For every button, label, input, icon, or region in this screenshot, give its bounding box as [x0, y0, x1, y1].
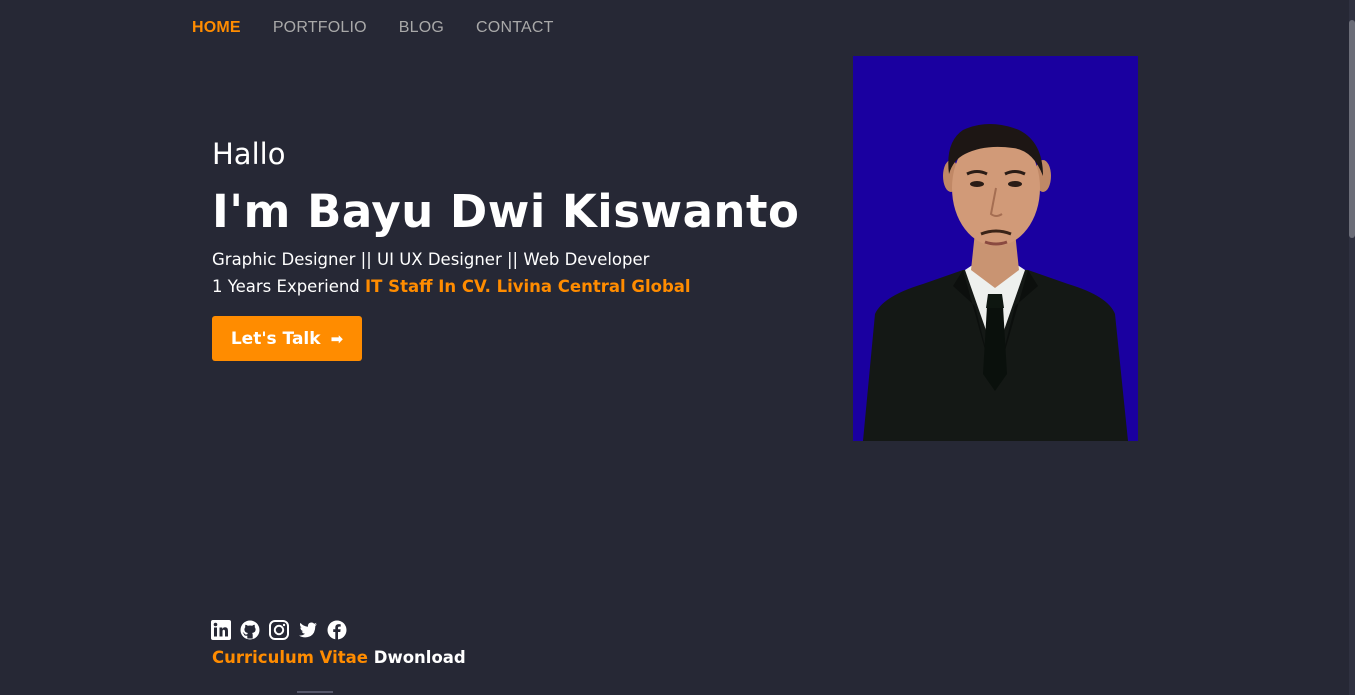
- divider: [297, 691, 333, 693]
- nav-portfolio[interactable]: PORTFOLIO: [273, 17, 367, 39]
- scrollbar-thumb[interactable]: [1349, 20, 1355, 238]
- nav-blog[interactable]: BLOG: [399, 17, 444, 39]
- arrow-right-icon: ➡: [330, 329, 344, 348]
- cta-label: Let's Talk: [230, 328, 321, 349]
- twitter-icon[interactable]: [298, 620, 318, 640]
- github-icon[interactable]: [240, 620, 260, 640]
- hero-roles: Graphic Designer || UI UX Designer || We…: [212, 250, 650, 269]
- profile-photo: [853, 56, 1138, 441]
- scrollbar[interactable]: [1349, 0, 1355, 695]
- experience-prefix: 1 Years Experiend: [212, 277, 360, 296]
- lets-talk-button[interactable]: Let's Talk ➡: [212, 316, 362, 361]
- top-nav: HOME PORTFOLIO BLOG CONTACT: [192, 17, 586, 39]
- linkedin-icon[interactable]: [211, 620, 231, 640]
- social-links: [211, 620, 347, 640]
- person-portrait-icon: [853, 56, 1138, 441]
- cv-download-text: Dwonload: [373, 648, 466, 667]
- facebook-icon[interactable]: [327, 620, 347, 640]
- hero-experience: 1 Years Experiend IT Staff In CV. Livina…: [212, 276, 691, 298]
- cv-download-link[interactable]: Curriculum Vitae Dwonload: [212, 647, 466, 669]
- cv-label: Curriculum Vitae: [212, 648, 369, 667]
- page: HOME PORTFOLIO BLOG CONTACT Hallo I'm Ba…: [0, 0, 1355, 695]
- greeting: Hallo: [212, 137, 286, 171]
- instagram-icon[interactable]: [269, 620, 289, 640]
- hero-name: I'm Bayu Dwi Kiswanto: [212, 185, 800, 238]
- experience-highlight: IT Staff In CV. Livina Central Global: [365, 277, 691, 296]
- nav-contact[interactable]: CONTACT: [476, 17, 554, 39]
- nav-home[interactable]: HOME: [192, 17, 241, 39]
